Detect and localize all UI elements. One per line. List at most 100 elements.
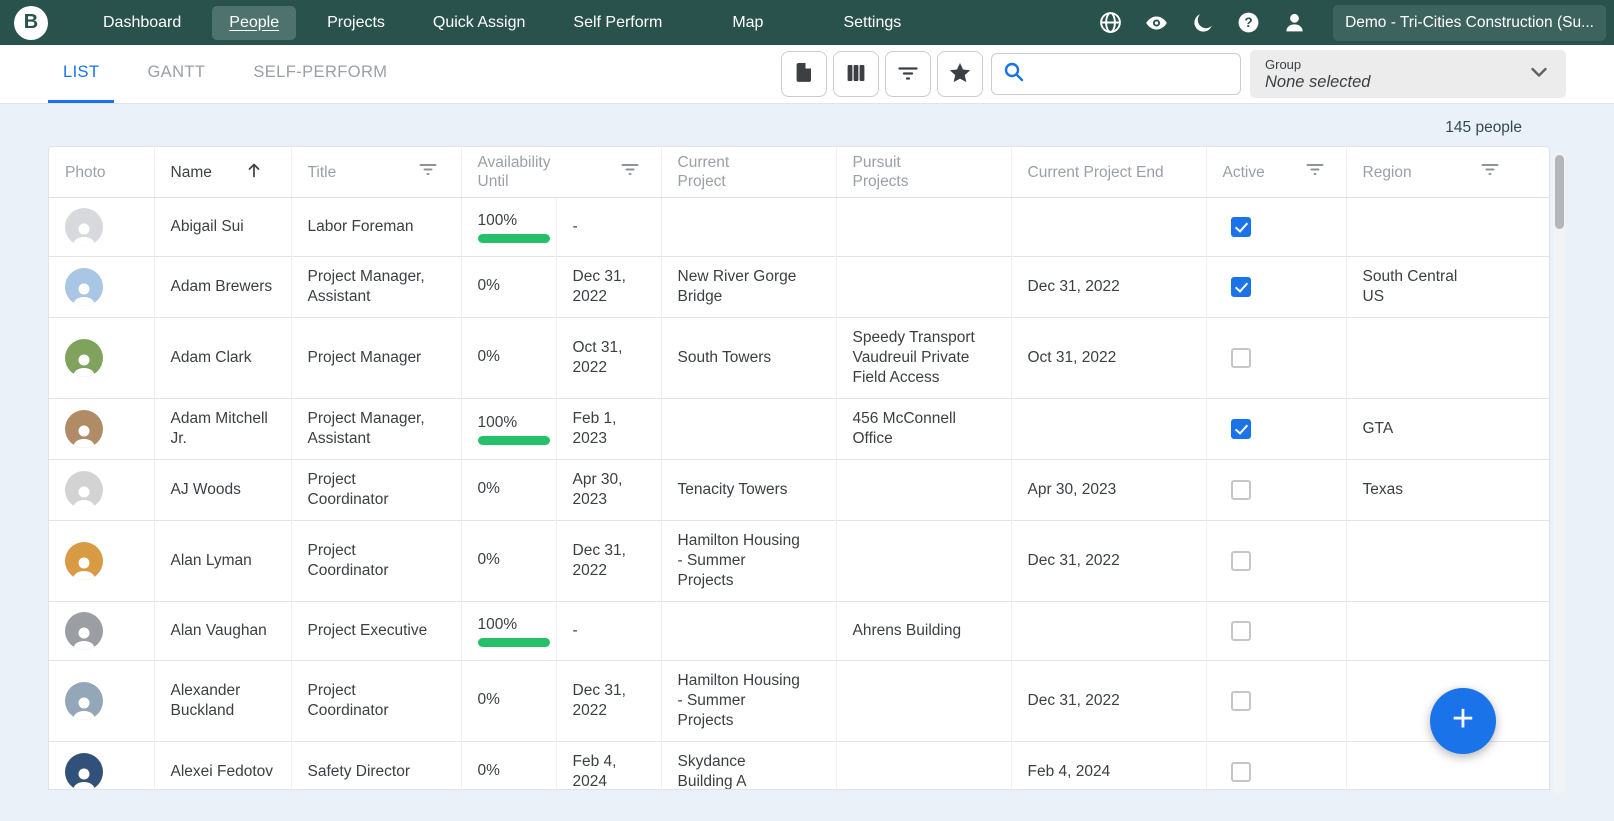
current-project: Tenacity Towers [677, 481, 788, 498]
account-selector[interactable]: Demo - Tri-Cities Construction (Su... [1333, 4, 1606, 41]
nav-item-self-perform[interactable]: Self Perform [556, 6, 679, 40]
tab-self-perform[interactable]: SELF-PERFORM [238, 45, 402, 103]
nav-item-people[interactable]: People [212, 5, 297, 40]
table-row[interactable]: Adam Clark Project Manager 0% Oct 31, 20… [49, 317, 1549, 399]
column-header-active[interactable]: Active [1205, 147, 1346, 198]
availability-until: Oct 31, 2022 [572, 339, 623, 376]
current-project: Hamilton Housing - Summer Projects [677, 672, 800, 729]
person-name: Adam Brewers [170, 278, 273, 295]
people-table: Photo Name Title Availability Until Curr… [49, 147, 1549, 790]
nav-items: Dashboard People Projects Quick Assign S… [86, 5, 918, 40]
vertical-scrollbar-thumb[interactable] [1554, 155, 1564, 229]
person-title: Safety Director [307, 763, 411, 780]
toolbar-buttons [781, 51, 983, 97]
avatar [65, 208, 103, 246]
avatar [65, 612, 103, 650]
group-selected-value: None selected [1265, 72, 1371, 91]
eye-icon[interactable] [1145, 11, 1168, 34]
person-title: Project Manager, Assistant [307, 410, 425, 447]
column-header-pursuit-projects[interactable]: Pursuit Projects [835, 147, 1011, 198]
column-header-title[interactable]: Title [290, 147, 461, 198]
group-dropdown[interactable]: Group None selected [1250, 50, 1566, 98]
column-header-current-project[interactable]: Current Project [660, 147, 836, 198]
add-person-button[interactable]: + [1430, 688, 1496, 754]
person-title: Labor Foreman [307, 218, 414, 235]
pursuit-projects-cell: 456 McConnell Office [835, 398, 1011, 460]
nav-item-map[interactable]: Map [715, 6, 780, 40]
active-checkbox[interactable] [1230, 620, 1251, 641]
pursuit-projects-cell [835, 256, 1011, 318]
column-header-label: Active [1222, 163, 1265, 181]
person-title: Project Coordinator [307, 542, 389, 579]
column-header-photo: Photo [49, 147, 154, 198]
filter-icon[interactable] [621, 162, 639, 182]
active-checkbox[interactable] [1230, 418, 1251, 439]
moon-icon[interactable] [1191, 11, 1214, 34]
avatar [65, 471, 103, 509]
column-header-label: Current Project [677, 154, 730, 190]
column-header-label: Title [307, 163, 337, 181]
column-header-region[interactable]: Region [1345, 147, 1549, 198]
current-project: Hamilton Housing - Summer Projects [677, 532, 800, 589]
globe-icon[interactable] [1099, 11, 1122, 34]
table-row[interactable]: Adam Mitchell Jr. Project Manager, Assis… [49, 398, 1549, 460]
person-silhouette-icon [73, 627, 95, 650]
table-row[interactable]: Abigail Sui Labor Foreman 100% - [49, 197, 1549, 257]
column-header-availability-until[interactable]: Availability Until [460, 147, 661, 198]
active-checkbox[interactable] [1230, 550, 1251, 571]
filter-icon[interactable] [419, 162, 437, 182]
nav-item-settings[interactable]: Settings [826, 6, 918, 40]
availability-bar [477, 436, 550, 445]
pursuit-projects-cell [835, 741, 1011, 789]
star-icon [948, 61, 972, 88]
favorites-button[interactable] [937, 51, 983, 97]
column-header-label: Current Project End [1027, 163, 1164, 181]
pursuit-projects-cell [835, 459, 1011, 521]
pursuit-projects-cell: Ahrens Building [835, 601, 1011, 661]
vertical-scrollbar-track[interactable] [1553, 152, 1565, 794]
person-icon[interactable] [1283, 11, 1306, 34]
active-checkbox[interactable] [1230, 690, 1251, 711]
active-checkbox[interactable] [1230, 347, 1251, 368]
column-header-current-project-end[interactable]: Current Project End [1010, 147, 1206, 198]
columns-button[interactable] [833, 51, 879, 97]
pursuit-projects-cell: Speedy Transport Vaudreuil Private Field … [835, 317, 1011, 399]
current-project: South Towers [677, 349, 772, 366]
table-row[interactable]: AJ Woods Project Coordinator 0% Apr 30, … [49, 459, 1549, 521]
tab-list[interactable]: LIST [48, 45, 115, 103]
app-logo[interactable]: B [14, 5, 48, 40]
table-row[interactable]: Alan Vaughan Project Executive 100% - Ah… [49, 601, 1549, 661]
current-project-end: Apr 30, 2023 [1027, 481, 1117, 498]
active-checkbox[interactable] [1230, 761, 1251, 782]
active-checkbox[interactable] [1230, 479, 1251, 500]
nav-item-dashboard[interactable]: Dashboard [86, 6, 198, 40]
nav-item-projects[interactable]: Projects [310, 6, 402, 40]
pursuit-project: 456 McConnell Office [852, 410, 956, 447]
column-header-label: Photo [65, 163, 106, 181]
availability-percent: 0% [477, 761, 500, 779]
person-title: Project Coordinator [307, 682, 389, 719]
table-row[interactable]: Alan Lyman Project Coordinator 0% Dec 31… [49, 520, 1549, 602]
availability-until: Feb 4, 2024 [572, 753, 617, 790]
help-icon[interactable]: ? [1237, 11, 1260, 34]
availability-percent: 100% [477, 212, 518, 229]
active-checkbox[interactable] [1230, 276, 1251, 297]
export-document-button[interactable] [781, 51, 827, 97]
avatar [65, 682, 103, 720]
tab-gantt[interactable]: GANTT [132, 45, 220, 103]
person-title: Project Executive [307, 622, 428, 639]
search-input[interactable] [1033, 65, 1232, 83]
table-row[interactable]: Alexei Fedotov Safety Director 0% Feb 4,… [49, 741, 1549, 790]
table-row[interactable]: Adam Brewers Project Manager, Assistant … [49, 256, 1549, 318]
filter-button[interactable] [885, 51, 931, 97]
availability-percent: 0% [477, 690, 500, 708]
filter-icon[interactable] [1481, 162, 1499, 182]
table-row[interactable]: Alexander Buckland Project Coordinator 0… [49, 660, 1549, 742]
current-project-end: Dec 31, 2022 [1027, 552, 1120, 569]
column-header-name[interactable]: Name [153, 147, 291, 198]
filter-icon[interactable] [1306, 162, 1324, 182]
nav-item-quick-assign[interactable]: Quick Assign [416, 6, 542, 40]
active-checkbox[interactable] [1230, 216, 1251, 237]
person-name: AJ Woods [170, 481, 241, 498]
availability-until: Apr 30, 2023 [572, 471, 623, 508]
